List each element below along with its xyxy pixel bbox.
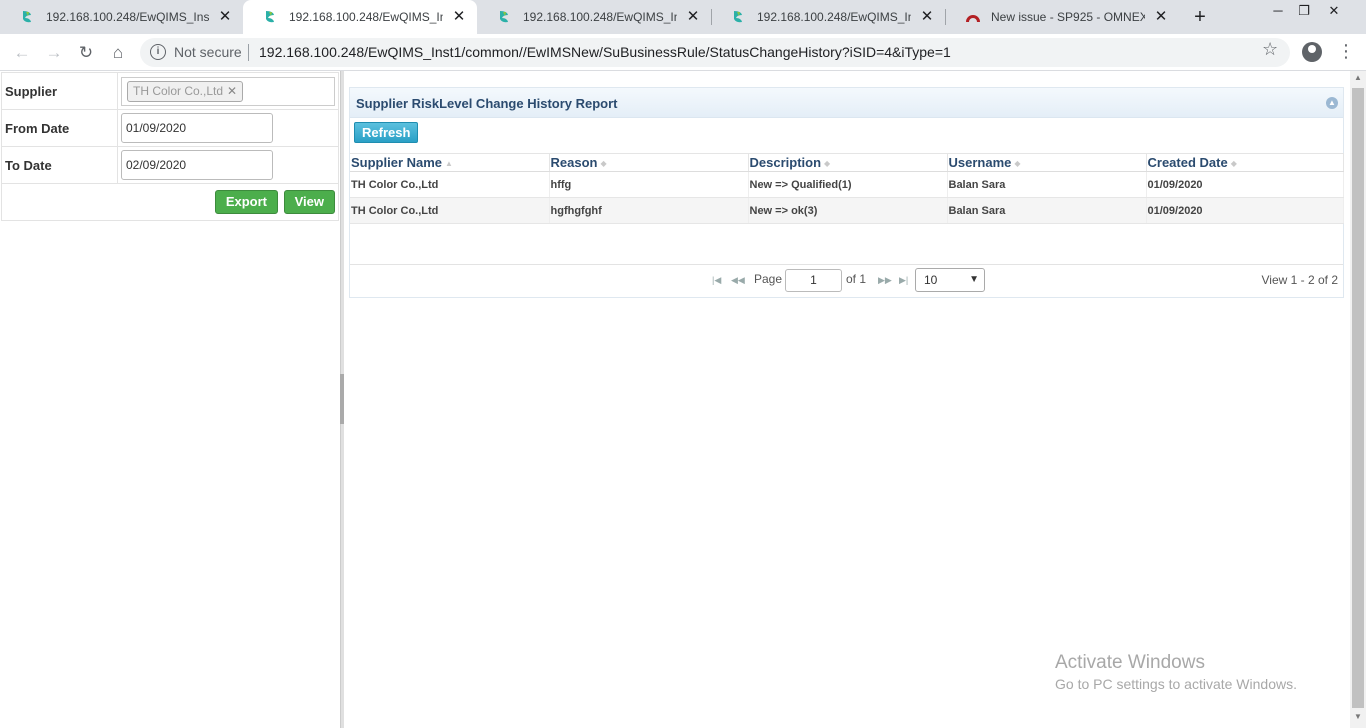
table-row[interactable]: TH Color Co.,Ltd hffg New => Qualified(1… — [350, 171, 1344, 198]
report-title: Supplier RiskLevel Change History Report — [356, 96, 618, 111]
cell-created-date: 01/09/2020 — [1146, 171, 1344, 198]
scroll-down-icon[interactable]: ▼ — [1350, 712, 1366, 726]
cell-reason: hgfhgfghf — [549, 197, 749, 224]
browser-menu-icon[interactable]: ⋮ — [1337, 40, 1355, 62]
cell-username: Balan Sara — [947, 171, 1147, 198]
filter-actions: Export View — [1, 183, 339, 221]
ewqims-favicon-icon — [734, 11, 742, 23]
cell-description: New => Qualified(1) — [748, 171, 948, 198]
omnibox-divider — [248, 44, 249, 61]
browser-toolbar: ← → ↻ ⌂ i Not secure 192.168.100.248/EwQ… — [0, 34, 1366, 71]
cell-supplier-name: TH Color Co.,Ltd — [350, 197, 550, 224]
last-page-icon[interactable]: ▶| — [899, 275, 908, 286]
view-button[interactable]: View — [283, 190, 335, 214]
browser-tab-strip: 192.168.100.248/EwQIMS_Inst1/ ✕ 192.168.… — [0, 0, 1366, 34]
from-date-input[interactable] — [121, 113, 273, 143]
column-header-description[interactable]: Description ◆ — [748, 153, 948, 172]
refresh-button[interactable]: Refresh — [354, 122, 419, 143]
minimize-icon[interactable]: ─ — [1265, 0, 1291, 34]
to-date-label: To Date — [1, 146, 118, 184]
bookmark-star-icon[interactable]: ☆ — [1262, 39, 1278, 60]
cell-created-date: 01/09/2020 — [1146, 197, 1344, 224]
cell-description: New => ok(3) — [748, 197, 948, 224]
reload-icon[interactable]: ↻ — [74, 41, 98, 65]
history-grid: Supplier Name ▲ Reason ◆ Description ◆ User… — [350, 153, 1344, 224]
redmine-favicon-icon — [966, 15, 980, 22]
security-label[interactable]: Not secure — [174, 44, 242, 60]
ewqims-favicon-icon — [23, 11, 31, 23]
close-icon[interactable]: ✕ — [451, 9, 467, 25]
first-page-icon[interactable]: |◀ — [712, 275, 721, 286]
cell-username: Balan Sara — [947, 197, 1147, 224]
splitter-handle[interactable] — [340, 374, 344, 424]
report-panel: Supplier RiskLevel Change History Report… — [349, 87, 1344, 298]
window-close-icon[interactable]: ✕ — [1321, 0, 1347, 34]
next-page-icon[interactable]: ▶▶ — [878, 275, 892, 286]
browser-tab-5[interactable]: New issue - SP925 - OMNEX ISS ✕ — [945, 0, 1179, 34]
ewqims-favicon-icon — [500, 11, 508, 23]
activation-watermark-title: Activate Windows — [1055, 652, 1205, 673]
close-icon[interactable]: ✕ — [1153, 9, 1169, 25]
home-icon[interactable]: ⌂ — [106, 41, 130, 65]
browser-tab-4[interactable]: 192.168.100.248/EwQIMS_Inst1/ ✕ — [711, 0, 945, 34]
records-summary: View 1 - 2 of 2 — [1261, 273, 1339, 287]
browser-tab-1[interactable]: 192.168.100.248/EwQIMS_Inst1/ ✕ — [0, 0, 243, 34]
scroll-thumb[interactable] — [1352, 88, 1364, 708]
report-header: Supplier RiskLevel Change History Report… — [350, 88, 1343, 118]
dropdown-caret-icon: ▼ — [969, 274, 979, 285]
sort-asc-icon: ▲ — [445, 159, 453, 169]
collapse-icon[interactable]: ▲ — [1326, 97, 1338, 109]
supplier-chip[interactable]: TH Color Co.,Ltd ✕ — [127, 80, 244, 102]
address-bar[interactable]: i Not secure 192.168.100.248/EwQIMS_Inst… — [140, 38, 1290, 67]
page-number-input[interactable]: 1 — [785, 269, 842, 292]
column-header-supplier-name[interactable]: Supplier Name ▲ — [350, 153, 550, 172]
back-arrow-icon[interactable]: ← — [10, 41, 34, 65]
close-icon[interactable]: ✕ — [685, 9, 701, 25]
supplier-multiselect[interactable]: TH Color Co.,Ltd ✕ — [121, 76, 335, 106]
from-date-label: From Date — [1, 109, 118, 147]
info-icon[interactable]: i — [150, 44, 166, 60]
browser-tab-3[interactable]: 192.168.100.248/EwQIMS_Inst1/ ✕ — [477, 0, 711, 34]
remove-chip-icon[interactable]: ✕ — [227, 84, 237, 98]
browser-tab-2-active[interactable]: 192.168.100.248/EwQIMS_Inst1/ ✕ — [243, 0, 477, 34]
ewqims-favicon-icon — [266, 11, 274, 23]
activation-watermark-subtitle: Go to PC settings to activate Windows. — [1055, 676, 1297, 692]
page-label: Page — [754, 272, 783, 286]
sort-icon: ◆ — [1230, 159, 1237, 169]
column-header-created-date[interactable]: Created Date ◆ — [1146, 153, 1344, 172]
export-button[interactable]: Export — [214, 190, 278, 214]
supplier-label: Supplier — [1, 72, 118, 110]
cell-supplier-name: TH Color Co.,Ltd — [350, 171, 550, 198]
account-avatar-icon[interactable] — [1302, 42, 1322, 62]
scroll-up-icon[interactable]: ▲ — [1350, 73, 1366, 87]
close-icon[interactable]: ✕ — [919, 9, 935, 25]
table-row[interactable]: TH Color Co.,Ltd hgfhgfghf New => ok(3) … — [350, 197, 1344, 224]
close-icon[interactable]: ✕ — [217, 9, 233, 25]
column-header-username[interactable]: Username ◆ — [947, 153, 1147, 172]
filter-form: Supplier TH Color Co.,Ltd✕ From Date To … — [1, 72, 339, 221]
cell-reason: hffg — [549, 171, 749, 198]
new-tab-plus-icon[interactable]: + — [1189, 6, 1211, 28]
forward-arrow-icon[interactable]: → — [42, 41, 66, 65]
url-text[interactable]: 192.168.100.248/EwQIMS_Inst1/common//EwI… — [259, 44, 951, 60]
sort-icon: ◆ — [1014, 159, 1021, 169]
prev-page-icon[interactable]: ◀◀ — [731, 275, 745, 286]
filter-panel: Supplier TH Color Co.,Ltd✕ From Date To … — [0, 71, 340, 728]
page-count-label: of 1 — [846, 272, 867, 286]
to-date-input[interactable] — [121, 150, 273, 180]
pager: |◀ ◀◀ Page 1 of 1 ▶▶ ▶| 10 ▼ View 1 - 2 o… — [350, 264, 1343, 297]
sort-icon: ◆ — [600, 159, 607, 169]
page-size-select[interactable]: 10 ▼ — [915, 268, 985, 292]
column-header-reason[interactable]: Reason ◆ — [549, 153, 749, 172]
restore-icon[interactable]: ❐ — [1291, 0, 1317, 34]
sort-icon: ◆ — [824, 159, 831, 169]
